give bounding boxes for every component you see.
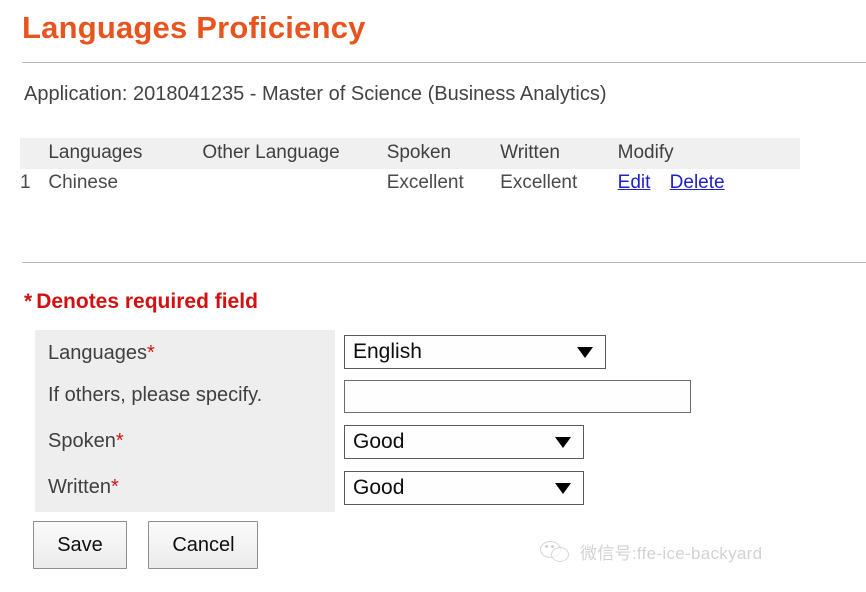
table-header-row: Languages Other Language Spoken Written …: [20, 138, 800, 169]
column-header-spoken: Spoken: [387, 138, 500, 169]
label-other-specify-text: If others, please specify.: [48, 384, 262, 406]
edit-link[interactable]: Edit: [618, 172, 651, 193]
column-header-written: Written: [500, 138, 618, 169]
watermark: 微信号:ffe-ice-backyard: [540, 531, 860, 571]
cell-other-language: [202, 169, 386, 198]
table-row: 1 Chinese Excellent Excellent Edit Delet…: [20, 169, 800, 198]
written-select[interactable]: Good: [344, 471, 584, 505]
watermark-text: 微信号:ffe-ice-backyard: [580, 539, 860, 564]
languages-select[interactable]: English: [344, 335, 606, 369]
form-divider: [22, 262, 866, 263]
label-other-specify: If others, please specify.: [48, 382, 262, 408]
form-actions: Save Cancel: [33, 521, 258, 569]
cell-row-index: 1: [20, 169, 48, 198]
chevron-down-icon: [555, 483, 571, 494]
chevron-down-icon: [555, 437, 571, 448]
spoken-select-value: Good: [353, 430, 547, 454]
required-note-text: Denotes required field: [36, 290, 258, 313]
wechat-logo-icon: [540, 539, 570, 563]
cell-spoken: Excellent: [387, 169, 500, 198]
page-title: Languages Proficiency: [22, 6, 366, 50]
save-button[interactable]: Save: [33, 521, 127, 569]
column-header-index: [20, 138, 48, 169]
languages-table: Languages Other Language Spoken Written …: [20, 138, 800, 198]
label-written-text: Written: [48, 476, 111, 498]
chevron-down-icon: [577, 347, 593, 358]
cancel-button[interactable]: Cancel: [148, 521, 258, 569]
required-asterisk-icon: *: [24, 290, 32, 313]
required-field-note: *Denotes required field: [24, 288, 258, 316]
column-header-languages: Languages: [48, 138, 202, 169]
form-label-panel: Languages* If others, please specify. Sp…: [35, 330, 335, 512]
column-header-modify: Modify: [618, 138, 800, 169]
cell-language: Chinese: [48, 169, 202, 198]
required-asterisk-icon: *: [111, 476, 119, 498]
languages-select-value: English: [353, 340, 569, 364]
label-spoken: Spoken*: [48, 428, 124, 454]
label-languages: Languages*: [48, 340, 155, 366]
required-asterisk-icon: *: [147, 342, 155, 364]
delete-link[interactable]: Delete: [670, 172, 725, 193]
label-languages-text: Languages: [48, 342, 147, 364]
cell-written: Excellent: [500, 169, 618, 198]
required-asterisk-icon: *: [116, 430, 124, 452]
cell-modify: Edit Delete: [618, 169, 800, 198]
label-spoken-text: Spoken: [48, 430, 116, 452]
label-written: Written*: [48, 474, 119, 500]
written-select-value: Good: [353, 476, 547, 500]
header-divider: [22, 62, 866, 63]
other-language-input[interactable]: [344, 380, 691, 413]
language-form: Languages* If others, please specify. Sp…: [35, 330, 695, 512]
column-header-other-language: Other Language: [202, 138, 386, 169]
application-info-line: Application: 2018041235 - Master of Scie…: [24, 80, 607, 108]
spoken-select[interactable]: Good: [344, 425, 584, 459]
languages-proficiency-page: Languages Proficiency Application: 20180…: [0, 0, 866, 592]
